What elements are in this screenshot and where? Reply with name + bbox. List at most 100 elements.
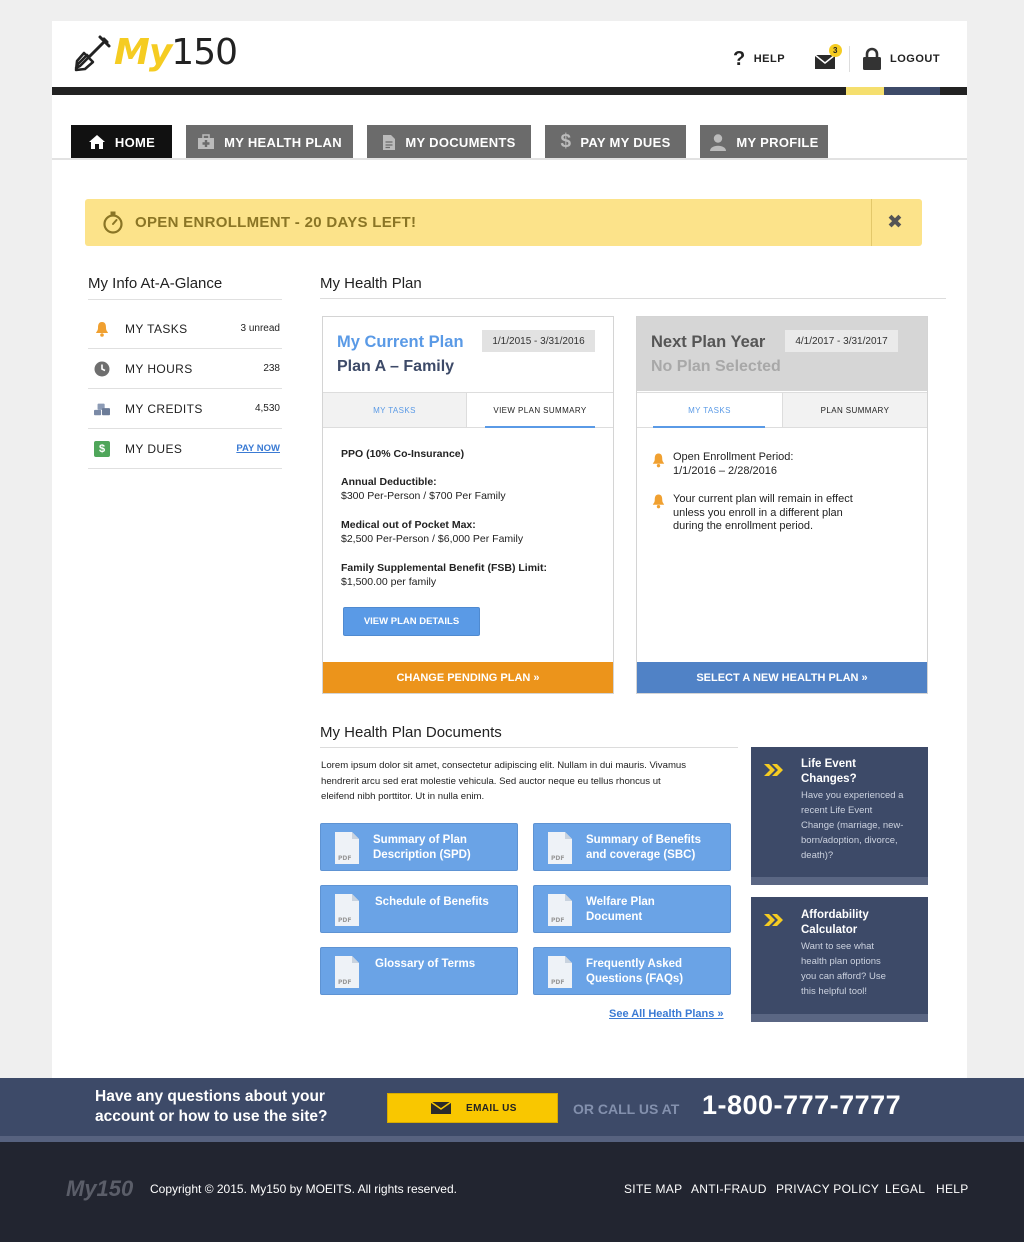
health-plan-heading-rule (320, 298, 946, 299)
dollar-icon: $ (560, 131, 572, 152)
current-plan-card: My Current Plan Plan A – Family 1/1/2015… (322, 316, 614, 694)
current-plan-dates: 1/1/2015 - 3/31/2016 (482, 330, 595, 352)
header-accent-bar (52, 87, 967, 95)
tab-label: MY DOCUMENTS (405, 134, 516, 150)
doc-glossary-button[interactable]: PDF Glossary of Terms (320, 947, 518, 995)
active-tab-underline (485, 426, 595, 428)
task-current-plan-note: Your current plan will remain in effect … (673, 493, 853, 532)
svg-text:PDF: PDF (551, 855, 564, 862)
glance-row-credits[interactable]: MY CREDITS 4,530 (88, 389, 282, 429)
pdf-file-icon: PDF (548, 894, 572, 926)
change-pending-plan-button[interactable]: CHANGE PENDING PLAN » (323, 662, 613, 693)
tab-label: PAY MY DUES (580, 134, 671, 150)
messages-button[interactable]: 3 (814, 44, 842, 74)
dollar-icon: $ (94, 441, 110, 457)
svg-text:PDF: PDF (551, 917, 564, 924)
view-plan-details-button[interactable]: VIEW PLAN DETAILS (343, 607, 480, 636)
tab-label: HOME (114, 134, 156, 150)
card-footer-strip (751, 877, 928, 885)
tab-my-tasks[interactable]: MY TASKS (637, 392, 782, 428)
documents-heading-rule (320, 747, 738, 748)
select-new-health-plan-button[interactable]: SELECT A NEW HEALTH PLAN » (637, 662, 927, 693)
plan-oop-max: Medical out of Pocket Max: $2,500 Per-Per… (341, 519, 524, 545)
pdf-file-icon: PDF (335, 956, 359, 988)
tab-plan-summary[interactable]: PLAN SUMMARY (782, 392, 927, 428)
life-event-title: Life Event Changes? (801, 758, 857, 785)
logout-link[interactable]: LOGOUT (862, 44, 940, 74)
life-event-card[interactable]: Life Event Changes? Have you experienced … (751, 747, 928, 885)
footer-link-help[interactable]: HELP (936, 1182, 969, 1196)
glance-label: MY HOURS (125, 361, 193, 376)
logo-wordmark: My150 (114, 32, 238, 73)
doc-faqs-button[interactable]: PDF Frequently Asked Questions (FAQs) (533, 947, 731, 995)
pdf-file-icon: PDF (548, 832, 572, 864)
svg-text:PDF: PDF (338, 979, 351, 986)
tab-pay-my-dues[interactable]: $ PAY MY DUES (545, 125, 686, 159)
help-link[interactable]: ? HELP (733, 44, 785, 74)
doc-spd-button[interactable]: PDF Summary of Plan Description (SPD) (320, 823, 518, 871)
lock-icon (863, 47, 881, 70)
glance-label: MY CREDITS (125, 401, 203, 416)
glance-value: 238 (263, 363, 280, 374)
email-us-button[interactable]: EMAIL US (387, 1093, 558, 1123)
pay-now-link[interactable]: PAY NOW (236, 443, 280, 454)
svg-text:PDF: PDF (551, 979, 564, 986)
close-icon[interactable]: ✖ (887, 211, 903, 234)
doc-sbc-button[interactable]: PDF Summary of Benefits and coverage (SBC… (533, 823, 731, 871)
nav-divider (52, 158, 967, 160)
pdf-file-icon: PDF (335, 832, 359, 864)
help-label: HELP (753, 53, 786, 65)
home-icon (88, 135, 105, 149)
glance-row-tasks[interactable]: MY TASKS 3 unread (88, 309, 282, 349)
call-us-label: OR CALL US AT (573, 1101, 680, 1117)
unread-badge: 3 (829, 44, 842, 57)
doc-welfare-plan-button[interactable]: PDF Welfare Plan Document (533, 885, 731, 933)
glance-row-dues[interactable]: $ MY DUES PAY NOW (88, 429, 282, 469)
next-plan-name: No Plan Selected (651, 358, 781, 375)
glance-value: 3 unread (240, 323, 280, 334)
tab-view-plan-summary[interactable]: VIEW PLAN SUMMARY (467, 392, 613, 428)
accent-yellow-segment (846, 87, 884, 95)
next-plan-dates: 4/1/2017 - 3/31/2017 (785, 330, 898, 352)
tab-my-tasks[interactable]: MY TASKS (323, 392, 467, 428)
email-us-label: EMAIL US (466, 1102, 517, 1114)
tab-my-health-plan[interactable]: MY HEALTH PLAN (186, 125, 353, 159)
footer-link-site-map[interactable]: SITE MAP (624, 1182, 682, 1196)
footer-link-anti-fraud[interactable]: ANTI-FRAUD (691, 1182, 767, 1196)
glance-value: 4,530 (254, 403, 280, 414)
glance-heading: My Info At-A-Glance (88, 275, 223, 292)
doc-schedule-of-benefits-button[interactable]: PDF Schedule of Benefits (320, 885, 518, 933)
footer-logo[interactable]: My150 (66, 1176, 133, 1202)
health-plan-heading: My Health Plan (320, 275, 422, 292)
glance-row-hours[interactable]: MY HOURS 238 (88, 349, 282, 389)
bell-icon (652, 494, 665, 509)
double-chevron-icon (764, 914, 783, 926)
phone-number[interactable]: 1-800-777-7777 (702, 1090, 901, 1121)
affordability-calculator-card[interactable]: Affordability Calculator Want to see what… (751, 897, 928, 1022)
pdf-file-icon: PDF (548, 956, 572, 988)
my150-logo[interactable]: My150 (72, 28, 238, 78)
envelope-icon (430, 1101, 452, 1114)
plan-fsb-limit: Family Supplemental Benefit (FSB) Limit:… (341, 562, 547, 588)
copyright-text: Copyright © 2015. My150 by MOEITS. All r… (150, 1182, 457, 1196)
site-footer: My150 Copyright © 2015. My150 by MOEITS.… (0, 1142, 1024, 1242)
enrollment-alert: OPEN ENROLLMENT - 20 DAYS LEFT! ✖ (85, 199, 922, 246)
shovel-icon (74, 35, 111, 72)
stopwatch-icon (103, 211, 123, 234)
double-chevron-icon (764, 764, 783, 776)
svg-text:PDF: PDF (338, 917, 351, 924)
next-plan-card: Next Plan Year No Plan Selected 4/1/2017… (636, 316, 928, 694)
footer-link-privacy-policy[interactable]: PRIVACY POLICY (776, 1182, 879, 1196)
glance-label: MY TASKS (125, 321, 188, 336)
tab-label: MY PROFILE (736, 134, 819, 150)
see-all-health-plans-link[interactable]: See All Health Plans » (609, 1008, 724, 1020)
tab-home[interactable]: HOME (71, 125, 172, 159)
tab-my-profile[interactable]: MY PROFILE (700, 125, 828, 159)
affordability-text: Want to see what health plan options you c… (801, 941, 886, 997)
clock-icon (94, 361, 110, 377)
life-event-text: Have you experienced a recent Life Event C… (801, 790, 904, 861)
plan-type: PPO (10% Co-Insurance) (341, 448, 465, 460)
bell-icon (652, 453, 665, 468)
tab-my-documents[interactable]: MY DOCUMENTS (367, 125, 531, 159)
footer-link-legal[interactable]: LEGAL (885, 1182, 925, 1196)
